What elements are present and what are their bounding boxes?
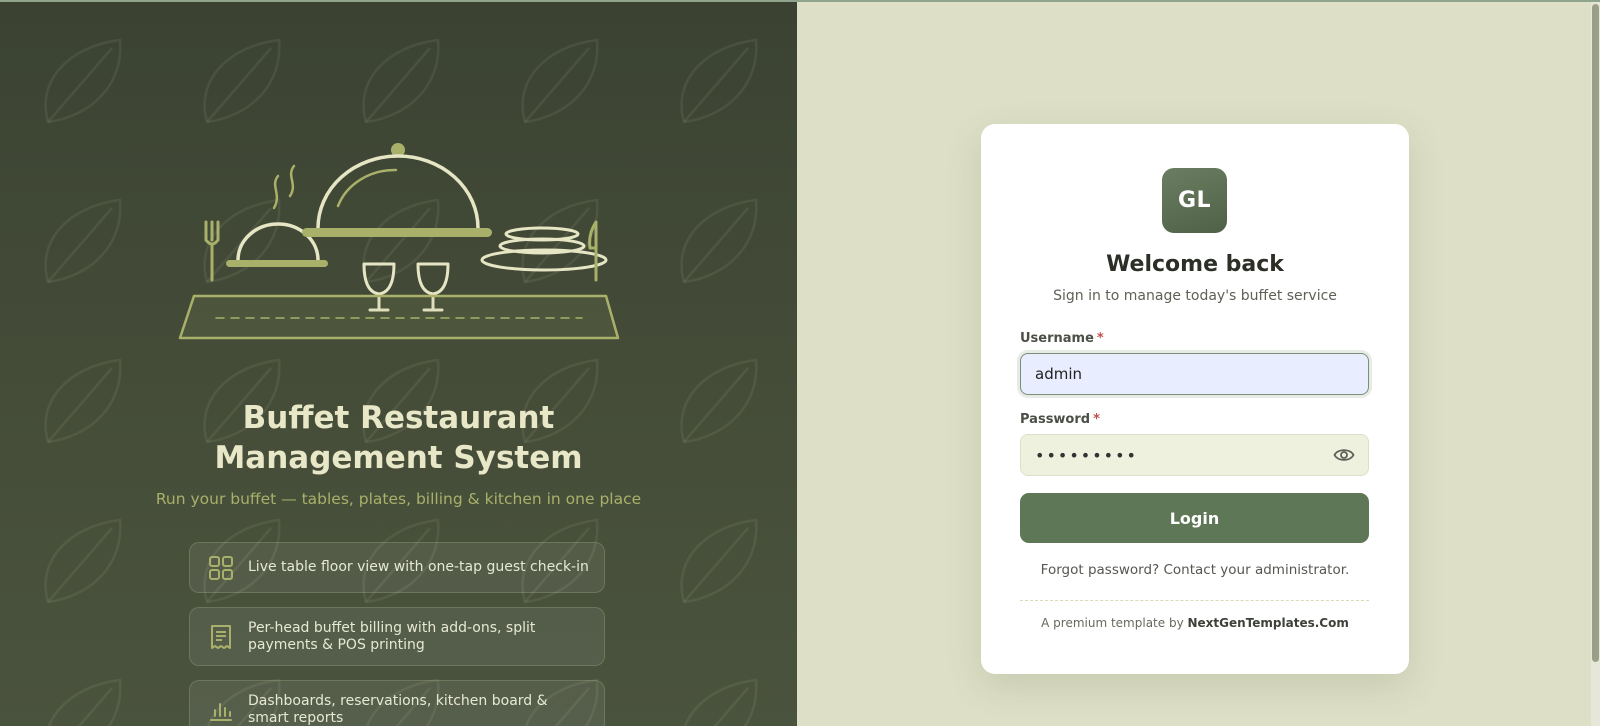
template-credit: A premium template by NextGenTemplates.C… [981,616,1409,630]
top-border [0,0,1600,2]
password-label-text: Password [1020,412,1091,427]
credit-brand-link[interactable]: NextGenTemplates.Com [1188,616,1349,630]
feature-item-billing: Per-head buffet billing with add-ons, sp… [189,607,605,666]
feature-text: Live table floor view with one-tap guest… [248,559,589,575]
username-label: Username * [1020,331,1104,346]
brand-title-line1: Buffet Restaurant [242,400,555,436]
feature-item-reports: Dashboards, reservations, kitchen board … [189,680,605,726]
divider [1020,600,1369,601]
username-input[interactable] [1020,353,1369,395]
username-label-text: Username [1020,331,1094,346]
buffet-illustration [178,143,620,340]
login-subtitle: Sign in to manage today's buffet service [1053,288,1337,304]
feature-text: Per-head buffet billing with add-ons, sp… [248,619,536,653]
brand-title-line2: Management System [214,440,583,476]
scrollbar-thumb[interactable] [1592,4,1599,662]
login-card: GL Welcome back Sign in to manage today'… [981,124,1409,674]
login-button[interactable]: Login [1020,493,1369,543]
required-mark: * [1093,412,1100,427]
required-mark: * [1096,331,1104,346]
eye-icon[interactable] [1333,445,1355,465]
forgot-password-text: Forgot password? Contact your administra… [1040,562,1350,578]
credit-prefix: A premium template by [1041,616,1184,630]
brand-title: Buffet Restaurant Management System [0,398,797,478]
brand-tagline: Run your buffet — tables, plates, billin… [155,490,642,508]
welcome-heading: Welcome back [1106,252,1284,277]
password-label: Password * [1020,412,1100,427]
password-input[interactable] [1020,434,1369,476]
app-logo: GL [1162,168,1227,233]
feature-text: Dashboards, reservations, kitchen board … [248,693,548,726]
brand-panel: Buffet Restaurant Management System Run … [0,0,797,726]
bar-chart-icon [210,703,232,721]
grid-icon [209,555,233,580]
receipt-icon [211,624,231,649]
feature-item-floor-view: Live table floor view with one-tap guest… [189,542,605,593]
